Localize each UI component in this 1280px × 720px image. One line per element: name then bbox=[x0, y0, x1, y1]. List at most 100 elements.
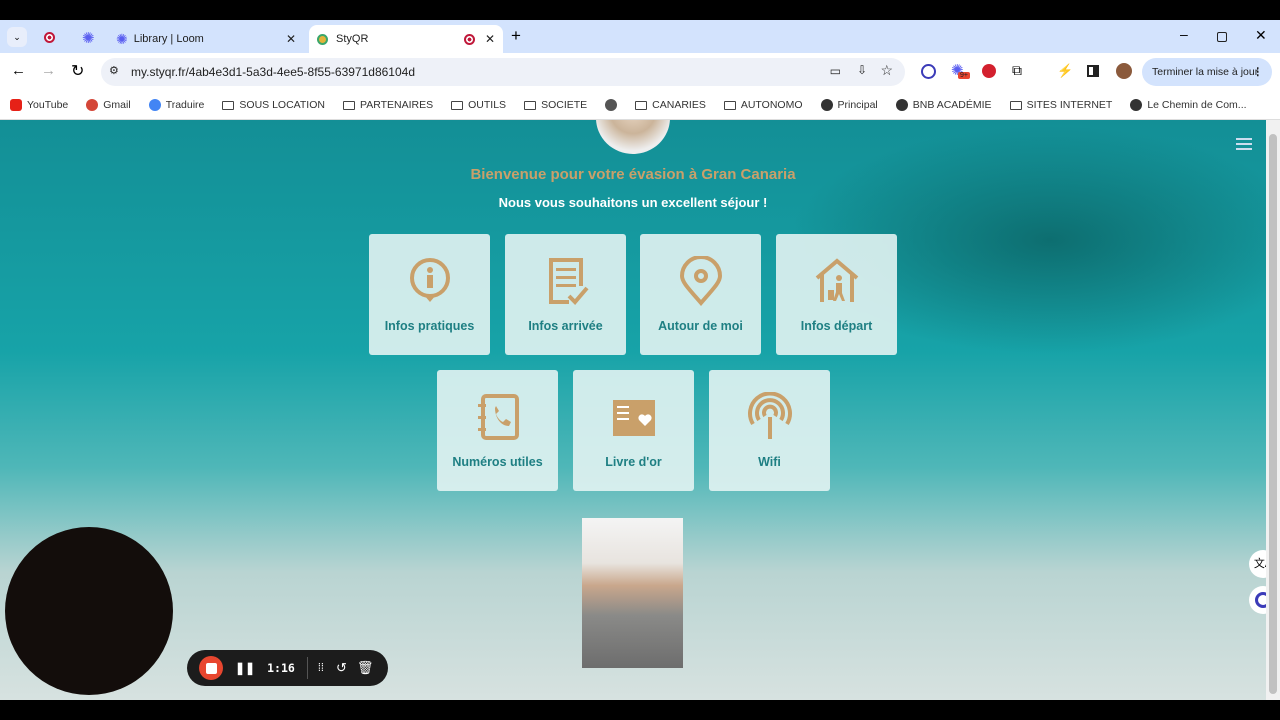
bookmark-canaries[interactable]: CANARIES bbox=[635, 99, 706, 111]
address-bar[interactable]: ⚙ my.styqr.fr/4ab4e3d1-5a3d-4ee5-8f55-63… bbox=[101, 58, 905, 86]
bookmark-label: Traduire bbox=[165, 99, 205, 111]
folder-icon bbox=[635, 100, 648, 110]
forward-button[interactable]: → bbox=[41, 62, 56, 79]
stop-recording-button[interactable] bbox=[199, 656, 223, 680]
assistant-float-button[interactable] bbox=[1249, 586, 1266, 614]
bookmark-label: CANARIES bbox=[652, 99, 706, 111]
red-extension-icon[interactable] bbox=[982, 64, 996, 78]
gmail-icon bbox=[86, 99, 99, 111]
site-info-icon[interactable]: ⚙ bbox=[109, 64, 119, 77]
bookmark-sites-internet[interactable]: SITES INTERNET bbox=[1009, 99, 1112, 111]
site-icon bbox=[895, 99, 908, 111]
hamburger-menu-icon[interactable] bbox=[1236, 138, 1252, 150]
tile-label: Infos arrivée bbox=[528, 319, 603, 333]
loom-recording-controls: ❚❚ 1:16 ⁞⁞ ↺ 🗑 bbox=[187, 650, 388, 686]
tile-infos-arriv-e[interactable]: Infos arrivée bbox=[505, 234, 626, 355]
styqr-page: Bienvenue pour votre évasion à Gran Cana… bbox=[0, 120, 1266, 700]
bookmark-label: PARTENAIRES bbox=[359, 99, 434, 111]
browser-toolbar: ← → ↻ ⚙ my.styqr.fr/4ab4e3d1-5a3d-4ee5-8… bbox=[0, 53, 1280, 91]
bookmark-label: BNB ACADÉMIE bbox=[912, 99, 992, 111]
back-button[interactable]: ← bbox=[11, 62, 26, 79]
tile-label: Numéros utiles bbox=[452, 455, 543, 469]
info-pin-icon bbox=[409, 258, 450, 302]
bookmark-autonomo[interactable]: AUTONOMO bbox=[723, 99, 803, 111]
site-icon bbox=[820, 99, 833, 111]
host-photo bbox=[582, 518, 683, 668]
tile-livre-d-or[interactable]: Livre d'or bbox=[573, 370, 694, 491]
bookmark-youtube[interactable]: YouTube bbox=[10, 99, 68, 111]
drawing-tools-icon[interactable]: ⁞⁞ bbox=[318, 662, 324, 674]
checklist-icon bbox=[548, 258, 589, 305]
tile-num-ros-utiles[interactable]: Numéros utiles bbox=[437, 370, 558, 491]
pause-button[interactable]: ❚❚ bbox=[235, 661, 255, 675]
tile-autour-de-moi[interactable]: Autour de moi bbox=[640, 234, 761, 355]
tab-library-loom[interactable]: ✺ Library | Loom ✕ bbox=[108, 25, 304, 53]
youtube-icon bbox=[10, 99, 22, 111]
url-text: my.styqr.fr/4ab4e3d1-5a3d-4ee5-8f55-6397… bbox=[131, 65, 415, 79]
maximize-button[interactable] bbox=[1217, 32, 1227, 42]
bookmark-label: Gmail bbox=[103, 99, 131, 111]
tile-infos-pratiques[interactable]: Infos pratiques bbox=[369, 234, 490, 355]
tile-wifi[interactable]: Wifi bbox=[709, 370, 830, 491]
folder-icon bbox=[222, 100, 235, 110]
extensions-puzzle-icon[interactable]: ⧉ bbox=[1012, 62, 1022, 79]
bookmark-sous-location[interactable]: SOUS LOCATION bbox=[222, 99, 325, 111]
translate-float-button[interactable]: 文A bbox=[1249, 550, 1266, 578]
bookmark-bnb-acad-mie[interactable]: BNB ACADÉMIE bbox=[895, 99, 992, 111]
recording-tab-icon[interactable] bbox=[44, 32, 55, 43]
folder-icon bbox=[723, 100, 736, 110]
restart-icon[interactable]: ↺ bbox=[336, 660, 347, 676]
menu-dots-icon[interactable]: ⋮ bbox=[1253, 58, 1264, 86]
bookmark-traduire[interactable]: Traduire bbox=[148, 99, 205, 111]
bookmark-label: Le Chemin de Com... bbox=[1147, 99, 1247, 111]
location-pin-icon bbox=[679, 256, 722, 306]
bookmark-societe[interactable]: SOCIETE bbox=[524, 99, 587, 111]
loom-pinned-tab-icon[interactable]: ✺ bbox=[82, 29, 95, 47]
bookmark-label: YouTube bbox=[27, 99, 69, 111]
bookmark-globe[interactable] bbox=[605, 99, 618, 111]
tile-label: Infos pratiques bbox=[384, 319, 475, 333]
bookmark-principal[interactable]: Principal bbox=[820, 99, 878, 111]
reload-button[interactable]: ↻ bbox=[71, 61, 84, 81]
translate-icon bbox=[148, 99, 161, 111]
recording-icon bbox=[463, 33, 475, 45]
folder-icon bbox=[451, 100, 464, 110]
delete-icon[interactable]: 🗑 bbox=[357, 660, 374, 676]
phonebook-icon bbox=[477, 394, 519, 440]
bookmark-label: Principal bbox=[837, 99, 878, 111]
guestbook-icon bbox=[612, 400, 655, 436]
profile-avatar[interactable] bbox=[1116, 63, 1132, 79]
tab-search-button[interactable]: ⌄ bbox=[7, 27, 27, 47]
performance-icon[interactable]: ⚡ bbox=[1057, 63, 1073, 79]
install-app-icon[interactable]: ⇩ bbox=[857, 63, 867, 77]
bookmark-outils[interactable]: OUTILS bbox=[451, 99, 506, 111]
folder-icon bbox=[1009, 100, 1022, 110]
page-subtitle: Nous vous souhaitons un excellent séjour… bbox=[498, 195, 768, 210]
side-panel-icon[interactable] bbox=[1087, 65, 1099, 77]
bookmark-star-icon[interactable]: ☆ bbox=[880, 62, 893, 79]
update-chrome-button[interactable]: Terminer la mise à jour ⋮ bbox=[1142, 58, 1272, 86]
page-title: Bienvenue pour votre évasion à Gran Cana… bbox=[470, 166, 796, 183]
tile-infos-d-part[interactable]: Infos départ bbox=[776, 234, 897, 355]
house-traveler-icon bbox=[815, 258, 858, 302]
camera-icon[interactable]: ▭ bbox=[830, 64, 841, 78]
bookmark-label: AUTONOMO bbox=[740, 99, 803, 111]
bookmark-gmail[interactable]: Gmail bbox=[86, 99, 131, 111]
close-tab-icon[interactable]: ✕ bbox=[286, 32, 296, 46]
bookmark-partenaires[interactable]: PARTENAIRES bbox=[342, 99, 434, 111]
new-tab-button[interactable]: + bbox=[511, 26, 521, 46]
tab-label: StyQR bbox=[336, 33, 369, 45]
extension-icon[interactable] bbox=[921, 64, 936, 79]
globe-icon bbox=[605, 99, 618, 111]
page-scrollbar[interactable] bbox=[1266, 120, 1280, 700]
tile-label: Wifi bbox=[758, 455, 781, 469]
minimize-button[interactable]: – bbox=[1180, 26, 1188, 42]
tile-label: Autour de moi bbox=[658, 319, 743, 333]
bookmark-le-chemin-de-com-[interactable]: Le Chemin de Com... bbox=[1130, 99, 1247, 111]
loom-icon: ✺ bbox=[116, 30, 128, 47]
tab-styqr[interactable]: StyQR ✕ bbox=[309, 25, 503, 53]
bookmark-label: OUTILS bbox=[468, 99, 507, 111]
close-tab-icon[interactable]: ✕ bbox=[485, 32, 495, 46]
tab-label: Library | Loom bbox=[133, 33, 204, 45]
close-window-button[interactable]: ✕ bbox=[1255, 27, 1267, 44]
